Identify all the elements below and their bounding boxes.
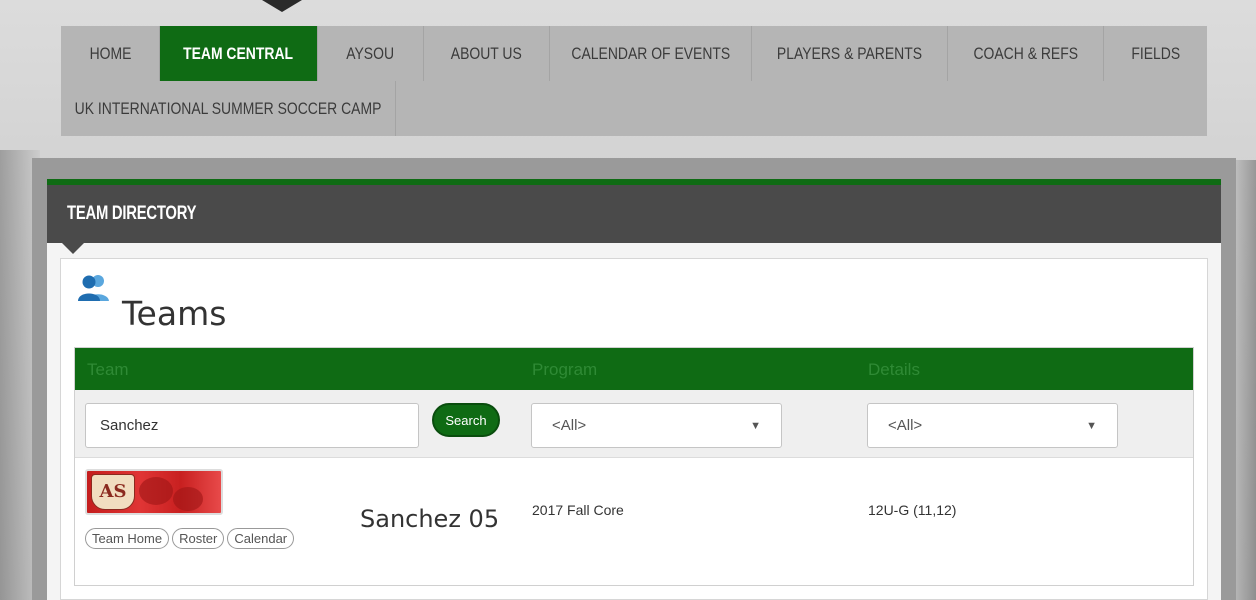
- site-logo-tip: [262, 0, 302, 12]
- nav-row-secondary: UK INTERNATIONAL SUMMER SOCCER CAMP: [61, 81, 1207, 136]
- nav-label: PLAYERS & PARENTS: [776, 43, 923, 63]
- calendar-link[interactable]: Calendar: [227, 528, 295, 549]
- page-title: Teams: [122, 294, 227, 333]
- filter-row: Search <All> ▼ <All> ▼: [75, 390, 1193, 458]
- logo-pattern: [173, 487, 203, 511]
- nav-label: CALENDAR OF EVENTS: [571, 43, 730, 63]
- program-filter-value: <All>: [552, 417, 587, 434]
- nav-label: UK INTERNATIONAL SUMMER SOCCER CAMP: [74, 98, 382, 118]
- chevron-down-icon: ▼: [1086, 419, 1097, 432]
- chevron-down-icon: ▼: [750, 419, 761, 432]
- team-program: 2017 Fall Core: [532, 502, 624, 518]
- nav-label: TEAM CENTRAL: [183, 43, 294, 63]
- team-search-input[interactable]: [85, 403, 419, 448]
- team-logo-image[interactable]: AS: [85, 469, 223, 515]
- roster-link[interactable]: Roster: [172, 528, 225, 549]
- details-filter-select[interactable]: <All> ▼: [867, 403, 1118, 448]
- details-filter-value: <All>: [888, 417, 923, 434]
- nav-item-uk-international-summer-soccer-camp[interactable]: UK INTERNATIONAL SUMMER SOCCER CAMP: [61, 81, 396, 136]
- nav-label: AYSOU: [346, 43, 395, 63]
- teams-table: Team Program Details Search <All> ▼ <All…: [74, 347, 1194, 586]
- nav-label: COACH & REFS: [973, 43, 1078, 63]
- table-row: AS Team Home Roster Calendar Sanchez 05 …: [75, 459, 1193, 585]
- logo-pattern: [139, 477, 173, 505]
- team-directory-header: TEAM DIRECTORY: [47, 185, 1221, 243]
- search-button[interactable]: Search: [432, 403, 500, 437]
- nav-item-about-us[interactable]: ABOUT US: [424, 26, 550, 81]
- nav-item-coach-refs[interactable]: COACH & REFS: [948, 26, 1104, 81]
- team-home-link[interactable]: Team Home: [85, 528, 170, 549]
- nav-label: FIELDS: [1131, 43, 1180, 63]
- team-name[interactable]: Sanchez 05: [360, 505, 499, 533]
- nav-item-team-central[interactable]: TEAM CENTRAL: [160, 26, 318, 81]
- nav-label: ABOUT US: [450, 43, 523, 63]
- nav-row-primary: HOME TEAM CENTRAL AYSOU ABOUT US CALENDA…: [61, 26, 1207, 81]
- column-header-details: Details: [868, 360, 920, 379]
- nav-item-aysou[interactable]: AYSOU: [318, 26, 424, 81]
- main-navigation: HOME TEAM CENTRAL AYSOU ABOUT US CALENDA…: [61, 26, 1207, 136]
- users-icon: [78, 275, 109, 301]
- column-header-team: Team: [87, 360, 129, 379]
- nav-item-players-parents[interactable]: PLAYERS & PARENTS: [752, 26, 948, 81]
- panel-title: TEAM DIRECTORY: [67, 203, 197, 224]
- nav-label: HOME: [89, 43, 131, 63]
- column-header-program: Program: [532, 360, 598, 379]
- nav-item-fields[interactable]: FIELDS: [1104, 26, 1207, 81]
- header-notch: [62, 243, 84, 254]
- logo-crest: AS: [91, 474, 135, 510]
- nav-item-home[interactable]: HOME: [61, 26, 160, 81]
- team-details: 12U-G (11,12): [868, 502, 957, 518]
- program-filter-select[interactable]: <All> ▼: [531, 403, 782, 448]
- table-header: Team Program Details: [75, 348, 1193, 390]
- nav-item-calendar-of-events[interactable]: CALENDAR OF EVENTS: [550, 26, 752, 81]
- team-links: Team Home Roster Calendar: [85, 528, 295, 549]
